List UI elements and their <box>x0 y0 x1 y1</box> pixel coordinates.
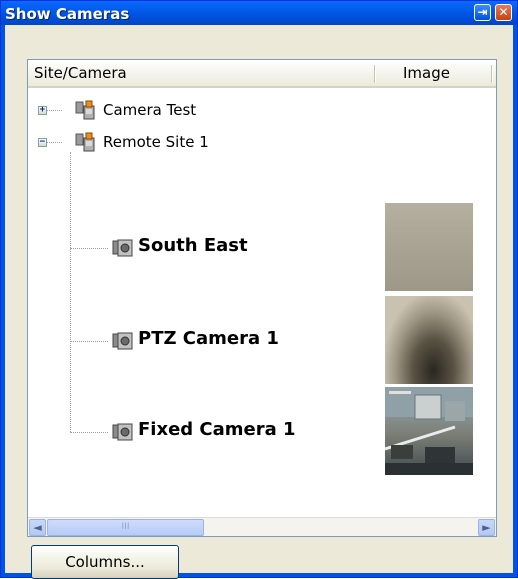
scroll-right-button[interactable]: ► <box>478 519 495 536</box>
camera-thumbnail-south-east[interactable] <box>385 203 473 291</box>
camera-thumbnail-ptz-camera-1[interactable] <box>385 296 473 384</box>
columns-button[interactable]: Columns... <box>31 545 179 579</box>
column-divider[interactable] <box>491 65 493 83</box>
tree-connector <box>70 432 108 433</box>
window-title: Show Cameras <box>5 5 130 23</box>
tree-connector <box>70 152 71 432</box>
site-icon <box>75 132 95 152</box>
horizontal-scrollbar[interactable]: ◄ III ► <box>28 517 496 536</box>
camera-thumbnail-fixed-camera-1[interactable] <box>384 387 473 475</box>
scroll-left-arrow-icon: ◄ <box>33 521 42 534</box>
camera-label-ptz-camera-1[interactable]: PTZ Camera 1 <box>138 328 279 349</box>
site-icon <box>75 100 95 120</box>
camera-tree-list[interactable]: Site/Camera Image + Camera Test − Remote… <box>27 59 497 537</box>
close-button[interactable]: ✕ <box>495 4 512 21</box>
camera-icon <box>112 332 133 350</box>
scroll-left-button[interactable]: ◄ <box>29 519 46 536</box>
site-label-camera-test[interactable]: Camera Test <box>103 101 196 119</box>
scrollbar-thumb[interactable]: III <box>47 519 204 536</box>
pin-button[interactable]: ⇥ <box>474 4 491 21</box>
scrollbar-grip: III <box>121 522 130 532</box>
pin-icon: ⇥ <box>477 5 488 19</box>
site-label-remote-site-1[interactable]: Remote Site 1 <box>103 133 209 151</box>
column-header-site-camera[interactable]: Site/Camera <box>34 64 127 82</box>
collapse-toggle-remote-site-1[interactable]: − <box>38 138 47 147</box>
camera-icon <box>112 239 133 257</box>
office-scene-image <box>384 387 473 475</box>
scroll-right-arrow-icon: ► <box>482 521 491 534</box>
close-icon: ✕ <box>498 5 509 19</box>
camera-label-south-east[interactable]: South East <box>138 235 248 256</box>
window-client: Site/Camera Image + Camera Test − Remote… <box>5 25 513 579</box>
column-divider[interactable] <box>374 65 376 83</box>
title-bar[interactable]: Show Cameras ⇥ ✕ <box>1 1 517 25</box>
show-cameras-window: Show Cameras ⇥ ✕ Site/Camera Image + Cam… <box>0 0 518 579</box>
column-header-image[interactable]: Image <box>403 64 450 82</box>
tree-connector <box>70 341 108 342</box>
tree-connector <box>70 248 108 249</box>
expand-toggle-camera-test[interactable]: + <box>38 106 47 115</box>
camera-label-fixed-camera-1[interactable]: Fixed Camera 1 <box>138 419 296 440</box>
camera-icon <box>112 423 133 441</box>
list-header: Site/Camera Image <box>28 60 496 88</box>
